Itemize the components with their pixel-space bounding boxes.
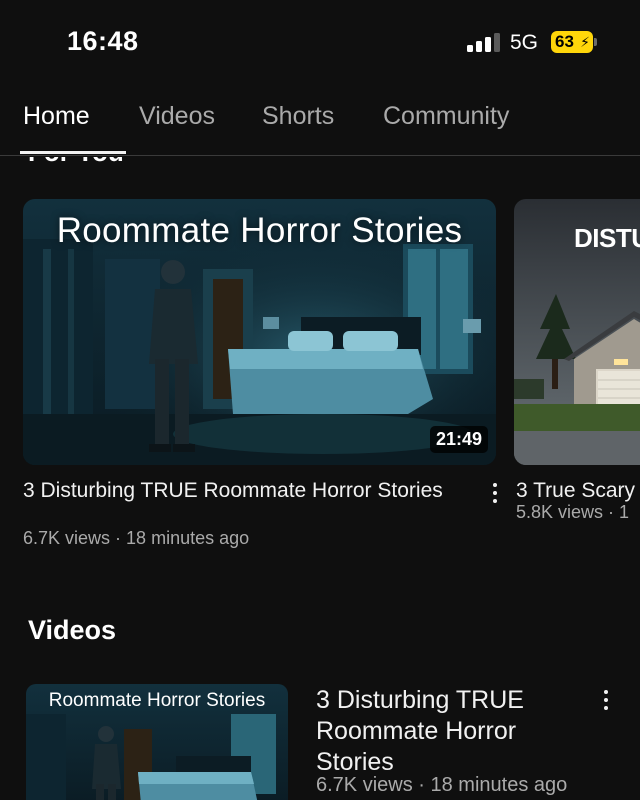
thumbnail-title-text: Roommate Horror Stories (56, 211, 463, 250)
video-title[interactable]: 3 Disturbing TRUE Roommate Horror Storie… (316, 685, 596, 778)
video-metadata: 6.7K views · 18 minutes ago (23, 528, 250, 548)
video-metadata: 6.7K views · 18 minutes ago (316, 774, 568, 796)
cellular-signal-icon (467, 33, 501, 52)
more-vertical-icon[interactable] (600, 688, 612, 714)
charging-bolt-icon: ⚡ (580, 34, 590, 50)
videos-section-heading: Videos (28, 615, 117, 645)
more-vertical-icon[interactable] (489, 481, 501, 507)
tab-home[interactable]: Home (23, 102, 90, 131)
status-bar: 16:48 5G 63 ⚡ (0, 0, 640, 86)
tab-videos[interactable]: Videos (139, 102, 215, 131)
channel-tabs: Home Videos Shorts Community (0, 96, 640, 156)
video-title[interactable]: 3 True Scary (516, 478, 635, 504)
tab-shorts[interactable]: Shorts (262, 102, 334, 131)
upload-age: 1 (619, 502, 630, 522)
upload-age: 18 minutes ago (430, 774, 568, 796)
video-thumbnail[interactable]: Roommate Horror Stories (26, 684, 288, 800)
active-tab-indicator (20, 151, 126, 154)
network-type: 5G (510, 31, 539, 54)
video-thumbnail[interactable]: DISTU (514, 199, 640, 465)
video-title[interactable]: 3 Disturbing TRUE Roommate Horror Storie… (23, 478, 443, 504)
tab-community[interactable]: Community (383, 102, 509, 131)
video-metadata: 5.8K views · 1 (516, 502, 630, 522)
view-count: 6.7K views (23, 528, 111, 548)
upload-age: 18 minutes ago (126, 528, 250, 548)
for-you-heading-text: For You (28, 157, 124, 166)
battery-icon: 63 ⚡ (551, 31, 593, 53)
thumbnail-title-text: DISTU (574, 223, 640, 253)
for-you-heading: For You (28, 157, 148, 166)
battery-percent: 63 (555, 32, 574, 51)
thumbnail-title-text: Roommate Horror Stories (48, 690, 266, 711)
video-duration: 21:49 (429, 426, 488, 453)
view-count: 5.8K views (516, 502, 604, 522)
battery-cap (594, 38, 597, 46)
status-time: 16:48 (67, 26, 139, 56)
video-thumbnail[interactable]: Roommate Horror Stories 21:49 (23, 199, 496, 465)
view-count: 6.7K views (316, 774, 413, 796)
